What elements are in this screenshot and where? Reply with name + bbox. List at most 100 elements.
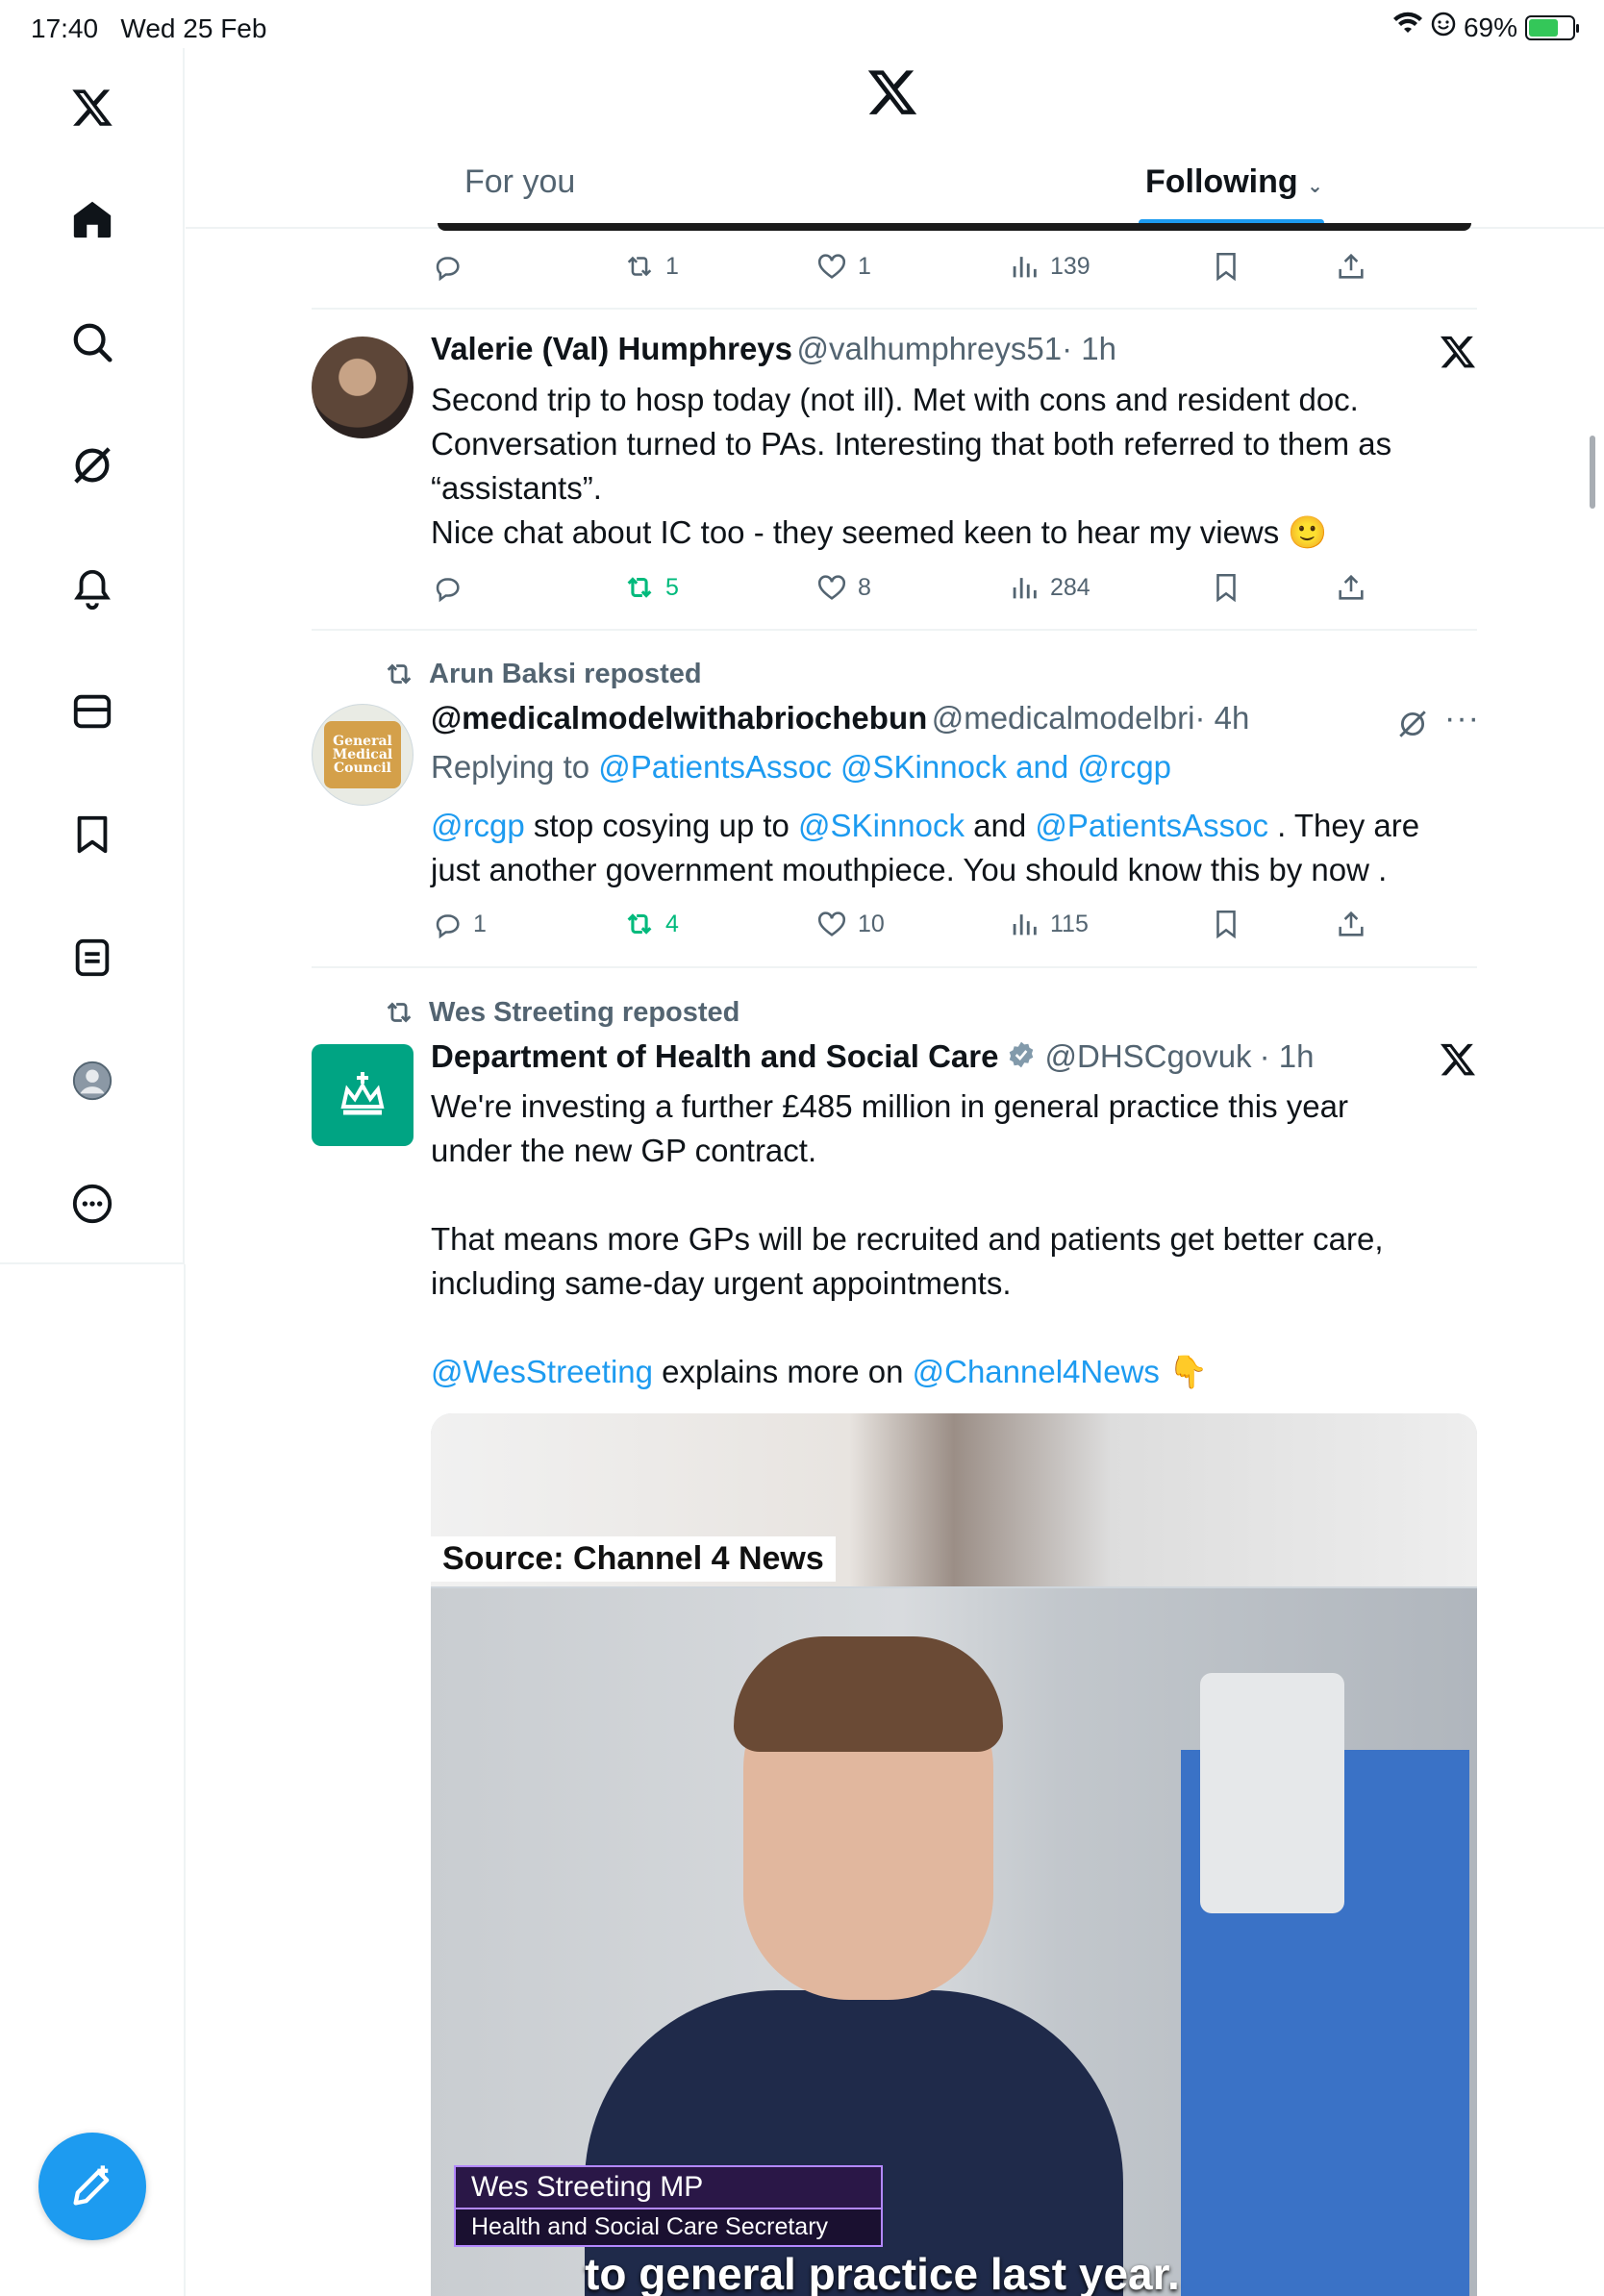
sidebar: [0, 48, 185, 1264]
mention-link[interactable]: @Channel4News: [913, 1354, 1160, 1389]
x-logo-icon[interactable]: [865, 65, 919, 119]
heart-icon: [817, 575, 846, 600]
scrollbar[interactable]: [1590, 436, 1595, 509]
like-button[interactable]: 1: [815, 250, 871, 283]
reply-icon: [436, 578, 460, 603]
replying-to-handles[interactable]: @PatientsAssoc @SKinnock and @rcgp: [598, 749, 1171, 785]
tweet-video[interactable]: Source: Channel 4 News Wes Streeting MP …: [431, 1413, 1477, 2296]
tweet-line: including same-day urgent appointments.: [431, 1265, 1012, 1301]
reply-button[interactable]: [431, 250, 473, 283]
repost-context[interactable]: Wes Streeting reposted: [383, 996, 739, 1029]
lists-icon[interactable]: [67, 933, 117, 983]
author-name[interactable]: Valerie (Val) Humphreys: [431, 331, 792, 366]
home-icon[interactable]: [67, 194, 117, 244]
x-logo-icon: [1441, 1043, 1475, 1076]
share-button[interactable]: [1335, 571, 1367, 604]
views-button[interactable]: 139: [1008, 250, 1090, 283]
repost-button[interactable]: 5: [623, 571, 679, 604]
bookmarks-icon[interactable]: [67, 810, 117, 860]
tweet-time[interactable]: · 1h: [1062, 331, 1116, 366]
mention-link[interactable]: @rcgp: [431, 808, 525, 843]
bookmark-button[interactable]: [1210, 908, 1242, 940]
tweet-line: under the new GP contract.: [431, 1133, 817, 1168]
author-handle[interactable]: @medicalmodelbri: [932, 700, 1195, 736]
bookmark-button[interactable]: [1210, 571, 1242, 604]
x-logo-icon[interactable]: [67, 83, 117, 133]
tweet-actions: 5 8 284: [431, 571, 1392, 610]
tab-for-you[interactable]: For you: [464, 163, 575, 201]
replying-to-label: Replying to: [431, 749, 599, 785]
views-button[interactable]: 284: [1008, 571, 1090, 604]
share-icon: [1339, 574, 1364, 600]
previous-tweet-actions: 1 1 139: [431, 250, 1392, 288]
tweet-header: @medicalmodelwithabriochebun @medicalmod…: [431, 700, 1392, 736]
battery-percent: 69%: [1463, 12, 1517, 42]
feed-tabs: For you Following ⌄: [186, 144, 1604, 229]
grok-icon[interactable]: [67, 440, 117, 490]
heart-icon: [817, 911, 846, 936]
bookmark-icon: [1216, 910, 1236, 939]
repost-button[interactable]: 1: [623, 250, 679, 283]
tweet-divider: [312, 966, 1477, 968]
profile-icon[interactable]: [67, 1056, 117, 1106]
tweet-line: We're investing a further £485 million i…: [431, 1088, 1349, 1124]
tweet-line: Nice chat about IC too - they seemed kee…: [431, 514, 1328, 550]
share-button[interactable]: [1335, 250, 1367, 283]
reply-button[interactable]: 1: [431, 908, 487, 940]
like-button[interactable]: 8: [815, 571, 871, 604]
repost-icon: [627, 577, 652, 598]
views-button[interactable]: 115: [1008, 908, 1089, 940]
bookmark-icon: [1216, 573, 1236, 603]
author-name[interactable]: Department of Health and Social Care: [431, 1038, 998, 1075]
repost-context[interactable]: Arun Baksi reposted: [383, 658, 702, 690]
tab-following-label: Following: [1145, 163, 1298, 200]
focus-mode-icon: [1431, 12, 1456, 43]
repost-button[interactable]: 4: [623, 908, 679, 940]
author-handle[interactable]: @DHSCgovuk: [1044, 1038, 1251, 1075]
tab-following[interactable]: Following ⌄: [1145, 163, 1323, 201]
lower-third-title: Health and Social Care Secretary: [456, 2209, 881, 2245]
mention-link[interactable]: @SKinnock: [798, 808, 965, 843]
video-person-hair: [734, 1636, 1003, 1752]
tweet-time[interactable]: · 1h: [1260, 1038, 1315, 1075]
avatar[interactable]: General Medical Council: [312, 704, 414, 806]
video-caption: to general practice last year.: [585, 2249, 1180, 2296]
author-name[interactable]: @medicalmodelwithabriochebun: [431, 700, 927, 736]
author-handle[interactable]: @valhumphreys51: [796, 331, 1062, 366]
more-options-icon[interactable]: ···: [1444, 700, 1480, 737]
avatar[interactable]: [312, 1044, 414, 1146]
tweet-time[interactable]: · 4h: [1194, 700, 1249, 736]
battery-icon: [1525, 14, 1579, 40]
compose-button[interactable]: [38, 2133, 146, 2240]
reply-button[interactable]: [431, 571, 473, 604]
compose-icon: [73, 2165, 110, 2206]
more-icon[interactable]: [67, 1179, 117, 1229]
sidebar-border: [184, 1264, 186, 2296]
share-button[interactable]: [1335, 908, 1367, 940]
tweet-actions: 1 4 10 115: [431, 908, 1392, 946]
repost-icon: [387, 1002, 412, 1023]
tweet-text: @rcgp stop cosying up to @SKinnock and @…: [431, 804, 1489, 892]
notifications-icon[interactable]: [67, 563, 117, 613]
grok-icon[interactable]: [1396, 708, 1429, 740]
mention-link[interactable]: @PatientsAssoc: [1035, 808, 1268, 843]
avatar-logo-text: General Medical Council: [324, 721, 401, 788]
verified-badge-icon: [1006, 1039, 1037, 1075]
tweet-text: We're investing a further £485 million i…: [431, 1085, 1489, 1394]
reply-icon: [436, 914, 460, 939]
tweet-line: Second trip to hosp today (not ill). Met…: [431, 382, 1359, 417]
chevron-down-icon: ⌄: [1307, 176, 1323, 197]
repost-icon: [387, 663, 412, 685]
tweet-text: Second trip to hosp today (not ill). Met…: [431, 378, 1479, 555]
status-bar-time: 17:40 Wed 25 Feb: [31, 13, 267, 43]
like-button[interactable]: 10: [815, 908, 885, 940]
avatar[interactable]: [312, 337, 414, 438]
bookmark-button[interactable]: [1210, 250, 1242, 283]
status-bar-right: 69%: [1392, 12, 1579, 43]
share-icon: [1339, 253, 1364, 279]
tweet-line: just another government mouthpiece. You …: [431, 852, 1388, 887]
mention-link[interactable]: @WesStreeting: [431, 1354, 653, 1389]
messages-icon[interactable]: [67, 686, 117, 736]
tweet-header: Department of Health and Social Care @DH…: [431, 1038, 1392, 1075]
search-icon[interactable]: [67, 317, 117, 367]
